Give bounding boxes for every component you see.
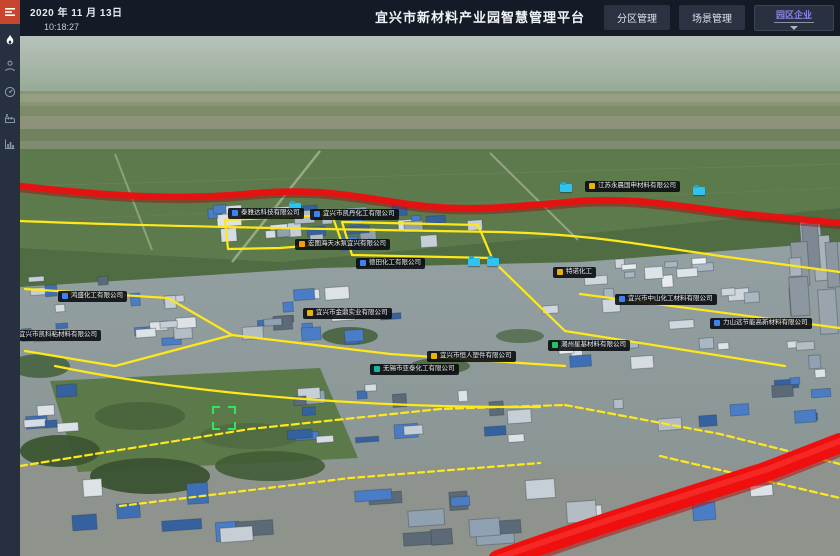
company-icon <box>374 366 380 372</box>
company-name: 潮州星基材料有限公司 <box>561 342 626 349</box>
header: 2020 年 11 月 13日 10:18:27 宜兴市新材料产业园智慧管理平台… <box>20 0 840 36</box>
vehicle-marker-icon[interactable] <box>468 258 480 266</box>
header-actions: 分区管理 场景管理 园区企业 <box>604 5 834 31</box>
map-viewport[interactable]: 泰雅达科技有限公司 宜兴市凯丹化工有限公司宏图海天水泵宜兴有限公司德田化工有限公司… <box>20 36 840 556</box>
map-label[interactable]: 宜兴市中山化工材料有限公司 <box>615 294 717 305</box>
scene-management-button[interactable]: 场景管理 <box>679 5 745 30</box>
company-name: 宜兴市中山化工材料有限公司 <box>628 296 713 303</box>
company-name: 力山远节能高新材料有限公司 <box>723 320 808 327</box>
company-name: 特诺化工 <box>566 269 592 276</box>
map-label[interactable]: 宜兴市金鼎实业有限公司 <box>303 308 392 319</box>
company-icon <box>431 353 437 359</box>
vehicle-marker-icon[interactable] <box>560 184 572 192</box>
menu-button[interactable] <box>0 0 20 24</box>
map-label-layer: 泰雅达科技有限公司 宜兴市凯丹化工有限公司宏图海天水泵宜兴有限公司德田化工有限公司… <box>20 36 840 556</box>
bar-chart-icon <box>4 138 16 150</box>
map-label[interactable]: 江苏永晨国申材料有限公司 <box>585 181 680 192</box>
datetime: 2020 年 11 月 13日 10:18:27 <box>30 4 123 32</box>
factory-icon <box>4 112 16 124</box>
company-icon <box>232 210 238 216</box>
sidebar <box>0 0 20 556</box>
company-icon <box>557 269 563 275</box>
park-enterprise-dropdown[interactable]: 园区企业 <box>754 5 834 31</box>
company-icon <box>552 342 558 348</box>
map-label[interactable]: 无锡市亚泰化工有限公司 <box>370 364 459 375</box>
map-label[interactable]: 德田化工有限公司 <box>356 258 425 269</box>
map-label[interactable]: 特诺化工 <box>553 267 596 278</box>
chevron-down-icon <box>790 26 798 30</box>
company-name: 江苏永晨国申材料有限公司 <box>598 183 676 190</box>
company-icon <box>299 241 305 247</box>
company-name: 宜兴市凯丹化工有限公司 <box>323 211 395 218</box>
vehicle-marker-icon[interactable] <box>693 187 705 195</box>
app-root: 2020 年 11 月 13日 10:18:27 宜兴市新材料产业园智慧管理平台… <box>0 0 840 556</box>
sidebar-item-personnel[interactable] <box>0 56 20 76</box>
map-label[interactable]: 鸿盛化工有限公司 <box>58 291 127 302</box>
map-label[interactable]: 泰雅达科技有限公司 <box>228 208 304 219</box>
company-name: 泰雅达科技有限公司 <box>241 210 300 217</box>
company-icon <box>589 183 595 189</box>
gauge-icon <box>4 86 16 98</box>
company-name: 宏图海天水泵宜兴有限公司 <box>308 241 386 248</box>
sidebar-item-alarm[interactable] <box>0 30 20 50</box>
map-label[interactable]: 宏图海天水泵宜兴有限公司 <box>295 239 390 250</box>
map-label[interactable]: 力山远节能高新材料有限公司 <box>710 318 812 329</box>
dropdown-label: 园区企业 <box>774 6 814 23</box>
company-name: 宜兴市凯科粘材料有限公司 <box>20 332 97 339</box>
company-icon <box>314 211 320 217</box>
company-icon <box>360 260 366 266</box>
map-label[interactable]: 宜兴市凯丹化工有限公司 <box>310 209 399 220</box>
current-date: 2020 年 11 月 13日 <box>30 4 123 19</box>
sidebar-item-monitor[interactable] <box>0 82 20 102</box>
company-name: 宜兴市恒人塑件有限公司 <box>440 353 512 360</box>
menu-icon <box>4 6 16 18</box>
company-name: 德田化工有限公司 <box>369 260 421 267</box>
current-time: 10:18:27 <box>44 22 123 32</box>
map-label[interactable]: 潮州星基材料有限公司 <box>548 340 630 351</box>
company-icon <box>307 310 313 316</box>
sidebar-item-enterprise[interactable] <box>0 108 20 128</box>
company-name: 无锡市亚泰化工有限公司 <box>383 366 455 373</box>
company-name: 宜兴市金鼎实业有限公司 <box>316 310 388 317</box>
zone-management-button[interactable]: 分区管理 <box>604 5 670 30</box>
company-name: 鸿盛化工有限公司 <box>71 293 123 300</box>
company-icon <box>62 293 68 299</box>
company-icon <box>714 320 720 326</box>
vehicle-marker-icon[interactable] <box>487 258 499 266</box>
map-label[interactable]: 宜兴市凯科粘材料有限公司 <box>20 330 101 341</box>
company-icon <box>619 296 625 302</box>
user-icon <box>4 60 16 72</box>
map-label[interactable]: 宜兴市恒人塑件有限公司 <box>427 351 516 362</box>
flame-icon <box>4 34 16 46</box>
sidebar-item-statistics[interactable] <box>0 134 20 154</box>
